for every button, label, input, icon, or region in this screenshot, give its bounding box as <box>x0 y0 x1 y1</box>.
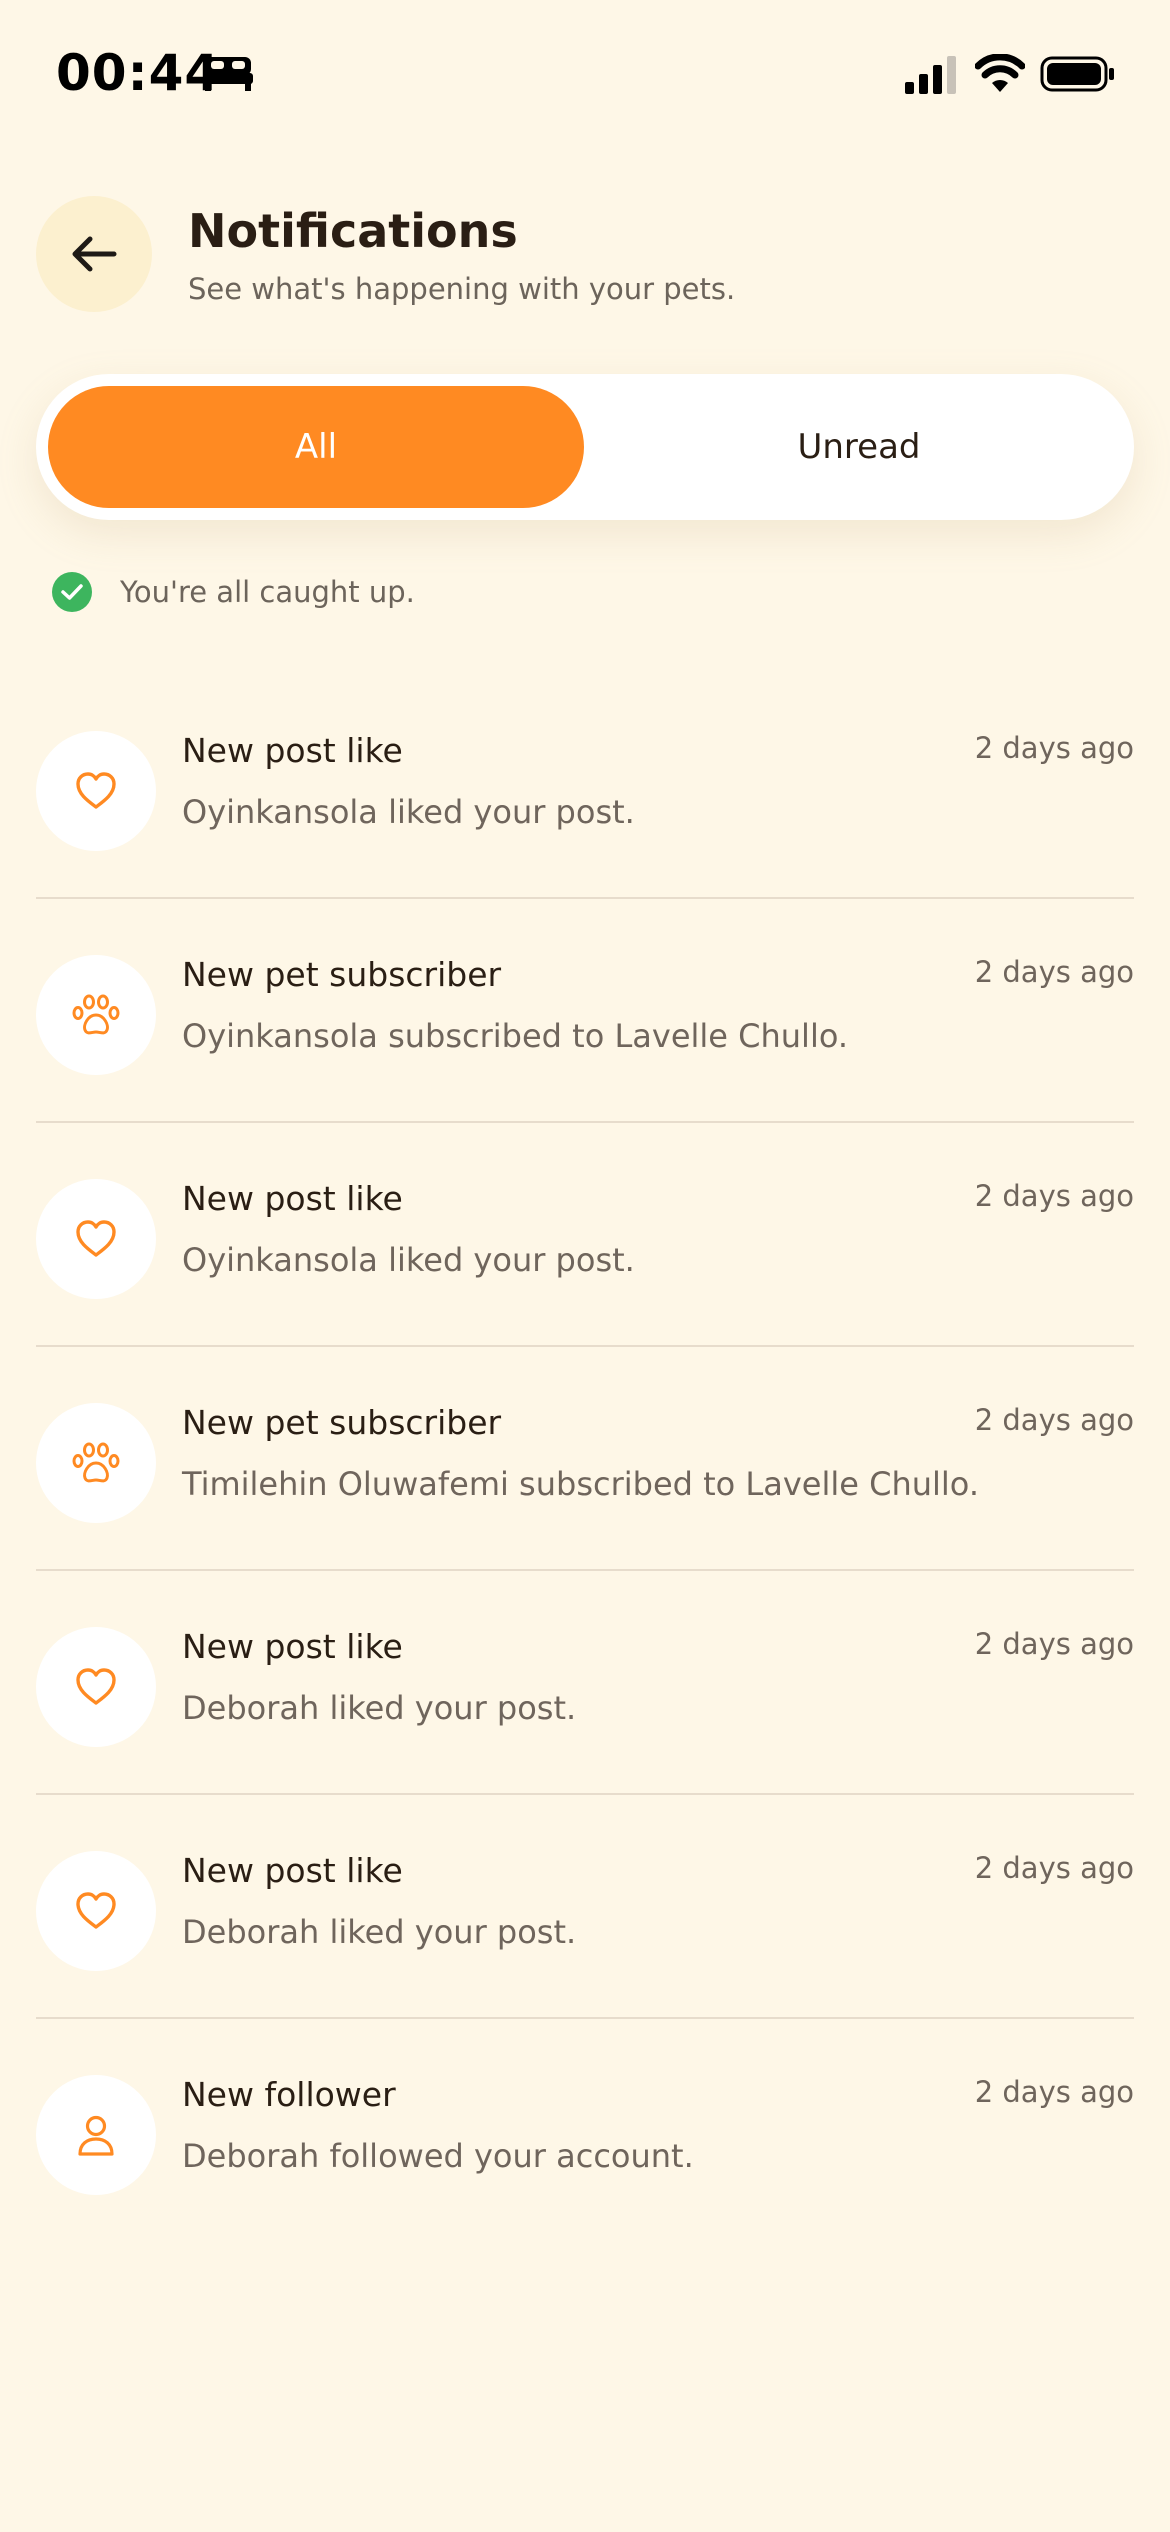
notification-body: Oyinkansola liked your post. <box>182 793 635 831</box>
notification-item[interactable]: New pet subscriber Timilehin Oluwafemi s… <box>36 1347 1134 1571</box>
battery-icon <box>1040 56 1114 92</box>
notification-time: 2 days ago <box>974 1627 1134 1661</box>
status-bar: 00:44 <box>0 0 1170 150</box>
tab-unread[interactable]: Unread <box>596 386 1122 508</box>
notification-icon-circle <box>36 955 156 1075</box>
notification-time: 2 days ago <box>974 1851 1134 1885</box>
notification-item[interactable]: New post like Oyinkansola liked your pos… <box>36 1123 1134 1347</box>
notification-item[interactable]: New post like Oyinkansola liked your pos… <box>36 675 1134 899</box>
notification-icon-circle <box>36 2075 156 2195</box>
notification-item[interactable]: New follower Deborah followed your accou… <box>36 2019 1134 2243</box>
tab-all[interactable]: All <box>48 386 584 508</box>
notification-body: Deborah followed your account. <box>182 2137 694 2175</box>
status-time: 00:44 <box>56 44 221 102</box>
notification-filter-tabs: All Unread <box>36 374 1134 520</box>
heart-icon <box>76 1220 116 1257</box>
notification-title: New post like <box>182 731 403 770</box>
bed-icon <box>203 57 253 91</box>
notification-body: Oyinkansola liked your post. <box>182 1241 635 1279</box>
page-subtitle: See what's happening with your pets. <box>188 272 736 306</box>
user-icon <box>78 2115 114 2156</box>
notification-title: New post like <box>182 1179 403 1218</box>
page-title: Notifications <box>188 204 518 258</box>
notification-icon-circle <box>36 1403 156 1523</box>
paw-icon <box>72 994 120 1035</box>
heart-icon <box>76 1892 116 1929</box>
back-button[interactable] <box>36 196 152 312</box>
signal-icon <box>905 56 956 94</box>
notification-time: 2 days ago <box>974 1179 1134 1213</box>
heart-icon <box>76 772 116 809</box>
check-circle-icon <box>52 572 92 612</box>
caught-up-text: You're all caught up. <box>120 575 415 609</box>
notification-icon-circle <box>36 1179 156 1299</box>
notification-item[interactable]: New post like Deborah liked your post. 2… <box>36 1571 1134 1795</box>
notification-body: Oyinkansola subscribed to Lavelle Chullo… <box>182 1017 849 1055</box>
notification-time: 2 days ago <box>974 731 1134 765</box>
notification-time: 2 days ago <box>974 1403 1134 1437</box>
notification-icon-circle <box>36 731 156 851</box>
notification-time: 2 days ago <box>974 955 1134 989</box>
notification-icon-circle <box>36 1627 156 1747</box>
notification-title: New follower <box>182 2075 396 2114</box>
notification-body: Deborah liked your post. <box>182 1913 577 1951</box>
notification-title: New post like <box>182 1627 403 1666</box>
wifi-icon <box>975 54 1025 92</box>
notification-body: Timilehin Oluwafemi subscribed to Lavell… <box>182 1465 979 1503</box>
notification-title: New pet subscriber <box>182 1403 502 1442</box>
caught-up-status: You're all caught up. <box>52 572 415 612</box>
notification-body: Deborah liked your post. <box>182 1689 577 1727</box>
notification-icon-circle <box>36 1851 156 1971</box>
notification-title: New post like <box>182 1851 403 1890</box>
notification-title: New pet subscriber <box>182 955 502 994</box>
notification-time: 2 days ago <box>974 2075 1134 2109</box>
notification-item[interactable]: New post like Deborah liked your post. 2… <box>36 1795 1134 2019</box>
arrow-left-icon <box>72 236 117 272</box>
notification-item[interactable]: New pet subscriber Oyinkansola subscribe… <box>36 899 1134 1123</box>
paw-icon <box>72 1442 120 1483</box>
notification-list: New post like Oyinkansola liked your pos… <box>36 675 1134 2243</box>
heart-icon <box>76 1668 116 1705</box>
